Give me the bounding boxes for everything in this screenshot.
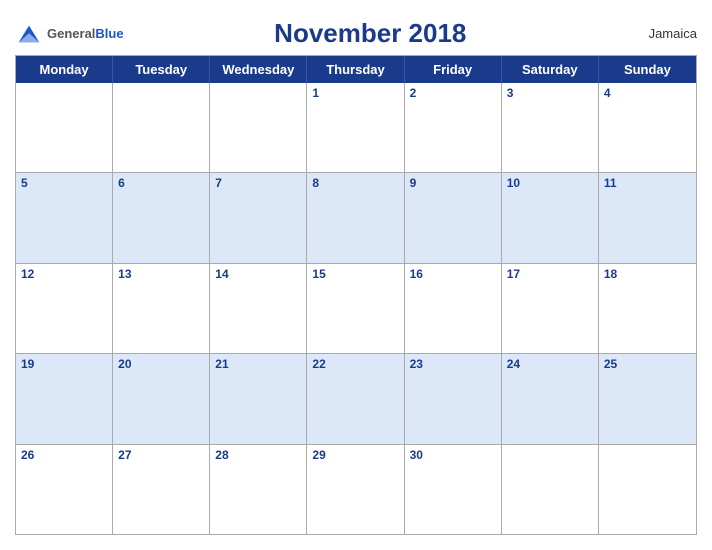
day-cell-28: 28 — [210, 445, 307, 534]
day-number: 1 — [312, 87, 398, 99]
day-number: 2 — [410, 87, 496, 99]
empty-cell — [16, 83, 113, 172]
day-number: 22 — [312, 358, 398, 370]
day-number: 15 — [312, 268, 398, 280]
day-number: 29 — [312, 449, 398, 461]
day-number: 23 — [410, 358, 496, 370]
day-number: 25 — [604, 358, 691, 370]
day-number: 20 — [118, 358, 204, 370]
day-cell-4: 4 — [599, 83, 696, 172]
calendar-row-0: 1234 — [16, 83, 696, 172]
weekday-header-thursday: Thursday — [307, 56, 404, 83]
day-cell-7: 7 — [210, 173, 307, 262]
day-cell-11: 11 — [599, 173, 696, 262]
logo-text: GeneralBlue — [47, 25, 124, 43]
day-number: 11 — [604, 177, 691, 189]
day-number: 13 — [118, 268, 204, 280]
day-cell-27: 27 — [113, 445, 210, 534]
weekday-header-saturday: Saturday — [502, 56, 599, 83]
day-cell-14: 14 — [210, 264, 307, 353]
day-number: 27 — [118, 449, 204, 461]
day-cell-17: 17 — [502, 264, 599, 353]
day-number: 19 — [21, 358, 107, 370]
calendar-row-2: 12 13 14 15 16 17 18 — [16, 263, 696, 353]
day-number: 10 — [507, 177, 593, 189]
calendar-weekday-header: MondayTuesdayWednesdayThursdayFridaySatu… — [16, 56, 696, 83]
day-cell-12: 12 — [16, 264, 113, 353]
day-number: 16 — [410, 268, 496, 280]
logo-icon — [15, 20, 43, 48]
day-number: 7 — [215, 177, 301, 189]
day-cell-24: 24 — [502, 354, 599, 443]
day-cell-22: 22 — [307, 354, 404, 443]
day-number: 4 — [604, 87, 691, 99]
day-cell-21: 21 — [210, 354, 307, 443]
weekday-header-sunday: Sunday — [599, 56, 696, 83]
day-cell-13: 13 — [113, 264, 210, 353]
day-cell-29: 29 — [307, 445, 404, 534]
empty-cell — [210, 83, 307, 172]
weekday-header-monday: Monday — [16, 56, 113, 83]
calendar-header: GeneralBlue November 2018 Jamaica — [15, 10, 697, 55]
day-cell-15: 15 — [307, 264, 404, 353]
day-cell-1: 1 — [307, 83, 404, 172]
weekday-header-wednesday: Wednesday — [210, 56, 307, 83]
weekday-header-friday: Friday — [405, 56, 502, 83]
calendar-row-3: 19 20 21 22 23 24 25 — [16, 353, 696, 443]
day-cell-8: 8 — [307, 173, 404, 262]
day-number: 26 — [21, 449, 107, 461]
day-cell-25: 25 — [599, 354, 696, 443]
calendar-body: 1234567891011121314151617181920212223242… — [16, 83, 696, 534]
day-number: 5 — [21, 177, 107, 189]
calendar: MondayTuesdayWednesdayThursdayFridaySatu… — [15, 55, 697, 535]
month-title: November 2018 — [124, 18, 617, 49]
day-number: 30 — [410, 449, 496, 461]
empty-cell — [599, 445, 696, 534]
day-cell-18: 18 — [599, 264, 696, 353]
day-cell-9: 9 — [405, 173, 502, 262]
day-number: 21 — [215, 358, 301, 370]
day-number: 8 — [312, 177, 398, 189]
day-number: 28 — [215, 449, 301, 461]
day-cell-16: 16 — [405, 264, 502, 353]
day-number: 6 — [118, 177, 204, 189]
day-number: 9 — [410, 177, 496, 189]
day-number: 12 — [21, 268, 107, 280]
weekday-header-tuesday: Tuesday — [113, 56, 210, 83]
calendar-row-1: 56789 10 11 — [16, 172, 696, 262]
day-cell-19: 19 — [16, 354, 113, 443]
day-number: 14 — [215, 268, 301, 280]
country-label: Jamaica — [617, 26, 697, 41]
day-cell-10: 10 — [502, 173, 599, 262]
day-number: 24 — [507, 358, 593, 370]
day-cell-30: 30 — [405, 445, 502, 534]
calendar-row-4: 26 27 28 29 30 — [16, 444, 696, 534]
day-cell-26: 26 — [16, 445, 113, 534]
day-cell-23: 23 — [405, 354, 502, 443]
day-number: 17 — [507, 268, 593, 280]
day-cell-6: 6 — [113, 173, 210, 262]
empty-cell — [113, 83, 210, 172]
day-cell-20: 20 — [113, 354, 210, 443]
day-number: 18 — [604, 268, 691, 280]
day-cell-3: 3 — [502, 83, 599, 172]
day-cell-5: 5 — [16, 173, 113, 262]
empty-cell — [502, 445, 599, 534]
logo: GeneralBlue — [15, 20, 124, 48]
day-cell-2: 2 — [405, 83, 502, 172]
day-number: 3 — [507, 87, 593, 99]
